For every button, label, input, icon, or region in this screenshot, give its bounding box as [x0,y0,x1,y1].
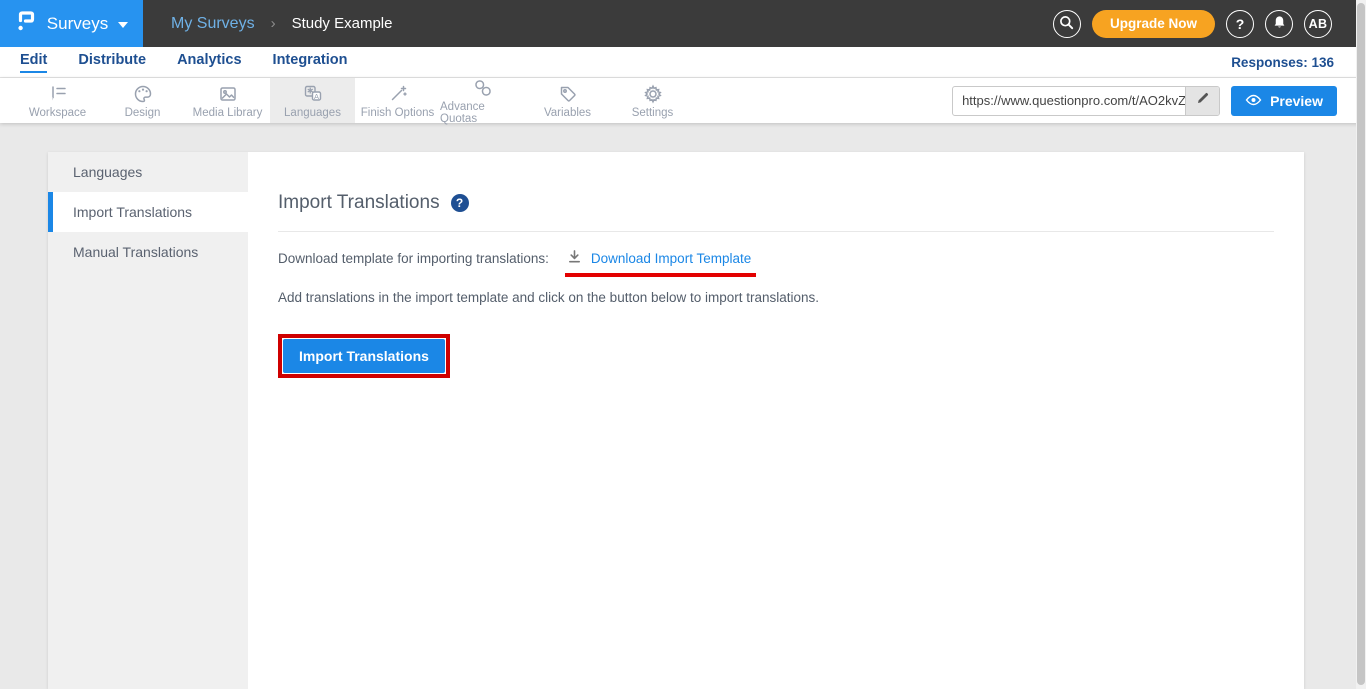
tag-icon [557,83,579,105]
top-bar: Surveys My Surveys › Study Example Upgra… [0,0,1366,47]
notifications-button[interactable] [1265,10,1293,38]
breadcrumb-current: Study Example [292,15,393,32]
toolbar-item-design[interactable]: Design [100,78,185,123]
languages-panel: Languages Import Translations Manual Tra… [48,152,1304,689]
eye-icon [1245,93,1262,109]
section-tabs: Edit Distribute Analytics Integration [20,52,347,73]
sidebar-item-languages[interactable]: Languages [48,152,248,192]
scrollbar-thumb[interactable] [1357,3,1365,685]
toolbar-item-label: Workspace [29,107,86,119]
preview-label: Preview [1270,93,1323,109]
edit-toolbar: Workspace Design Media Li [0,78,1366,123]
chain-link-icon [472,77,494,99]
gear-icon [642,83,664,105]
pencil-icon [1196,91,1210,110]
sidebar-item-manual-translations[interactable]: Manual Translations [48,232,248,272]
toolbar-item-label: Media Library [193,107,263,119]
tab-analytics[interactable]: Analytics [177,52,241,73]
help-button[interactable]: ? [1226,10,1254,38]
help-icon[interactable]: ? [451,194,469,212]
tab-integration[interactable]: Integration [273,52,348,73]
image-icon [217,83,239,105]
toolbar-item-advance-quotas[interactable]: Advance Quotas [440,78,525,123]
toolbar-item-label: Variables [544,107,591,119]
translate-icon: ✱ A [302,83,324,105]
toolbar-item-label: Advance Quotas [440,101,525,125]
tab-edit[interactable]: Edit [20,52,47,73]
search-button[interactable] [1053,10,1081,38]
survey-url-value[interactable]: https://www.questionpro.com/t/AO2kvZ [953,87,1185,115]
svg-text:A: A [313,91,318,100]
download-import-template-link[interactable]: Download Import Template [591,251,751,266]
toolbar-item-label: Languages [284,107,341,119]
breadcrumb: My Surveys › Study Example [171,15,392,33]
page-title: Import Translations [278,192,440,214]
toolbar-item-label: Settings [632,107,674,119]
survey-url-group: https://www.questionpro.com/t/AO2kvZ [952,86,1220,116]
survey-url-area: https://www.questionpro.com/t/AO2kvZ Pre… [952,86,1337,116]
toolbar-item-finish-options[interactable]: Finish Options [355,78,440,123]
import-translations-content: Import Translations ? Download template … [248,152,1304,689]
title-divider [278,231,1274,232]
bell-icon [1272,15,1287,33]
avatar[interactable]: AB [1304,10,1332,38]
toolbar-item-settings[interactable]: Settings [610,78,695,123]
search-icon [1059,15,1074,33]
section-nav: Edit Distribute Analytics Integration Re… [0,47,1366,78]
toolbar-item-media-library[interactable]: Media Library [185,78,270,123]
page-scrollbar[interactable] [1356,0,1366,689]
questionpro-logo-icon [15,8,37,39]
product-switcher[interactable]: Surveys [0,0,143,47]
edit-url-button[interactable] [1185,87,1219,115]
toolbar-item-label: Finish Options [361,107,435,119]
topbar-actions: Upgrade Now ? AB [1053,10,1366,38]
import-translations-button[interactable]: Import Translations [283,339,445,373]
upgrade-now-button[interactable]: Upgrade Now [1092,10,1215,38]
svg-text:✱: ✱ [306,86,313,95]
preview-button[interactable]: Preview [1231,86,1337,116]
download-template-row: Download template for importing translat… [278,251,1274,277]
toolbar-item-languages[interactable]: ✱ A Languages [270,78,355,123]
import-instructions: Add translations in the import template … [278,290,1274,305]
download-link-highlight: Download Import Template [565,249,756,277]
download-icon [567,249,582,267]
workspace-icon [47,83,69,105]
toolbar-item-label: Design [125,107,161,119]
title-row: Import Translations ? [278,192,1274,214]
download-template-label: Download template for importing translat… [278,251,549,266]
breadcrumb-separator: › [271,15,276,32]
product-name: Surveys [47,14,108,34]
palette-icon [132,83,154,105]
breadcrumb-my-surveys[interactable]: My Surveys [171,15,255,33]
tab-distribute[interactable]: Distribute [78,52,146,73]
sidebar-item-import-translations[interactable]: Import Translations [48,192,248,232]
toolbar-item-variables[interactable]: Variables [525,78,610,123]
responses-count[interactable]: Responses: 136 [1231,55,1334,70]
languages-sidebar: Languages Import Translations Manual Tra… [48,152,248,689]
magic-wand-icon [387,83,409,105]
toolbar-items: Workspace Design Media Li [15,78,695,123]
toolbar-item-workspace[interactable]: Workspace [15,78,100,123]
chevron-down-icon [118,22,128,28]
import-button-highlight: Import Translations [278,334,450,378]
